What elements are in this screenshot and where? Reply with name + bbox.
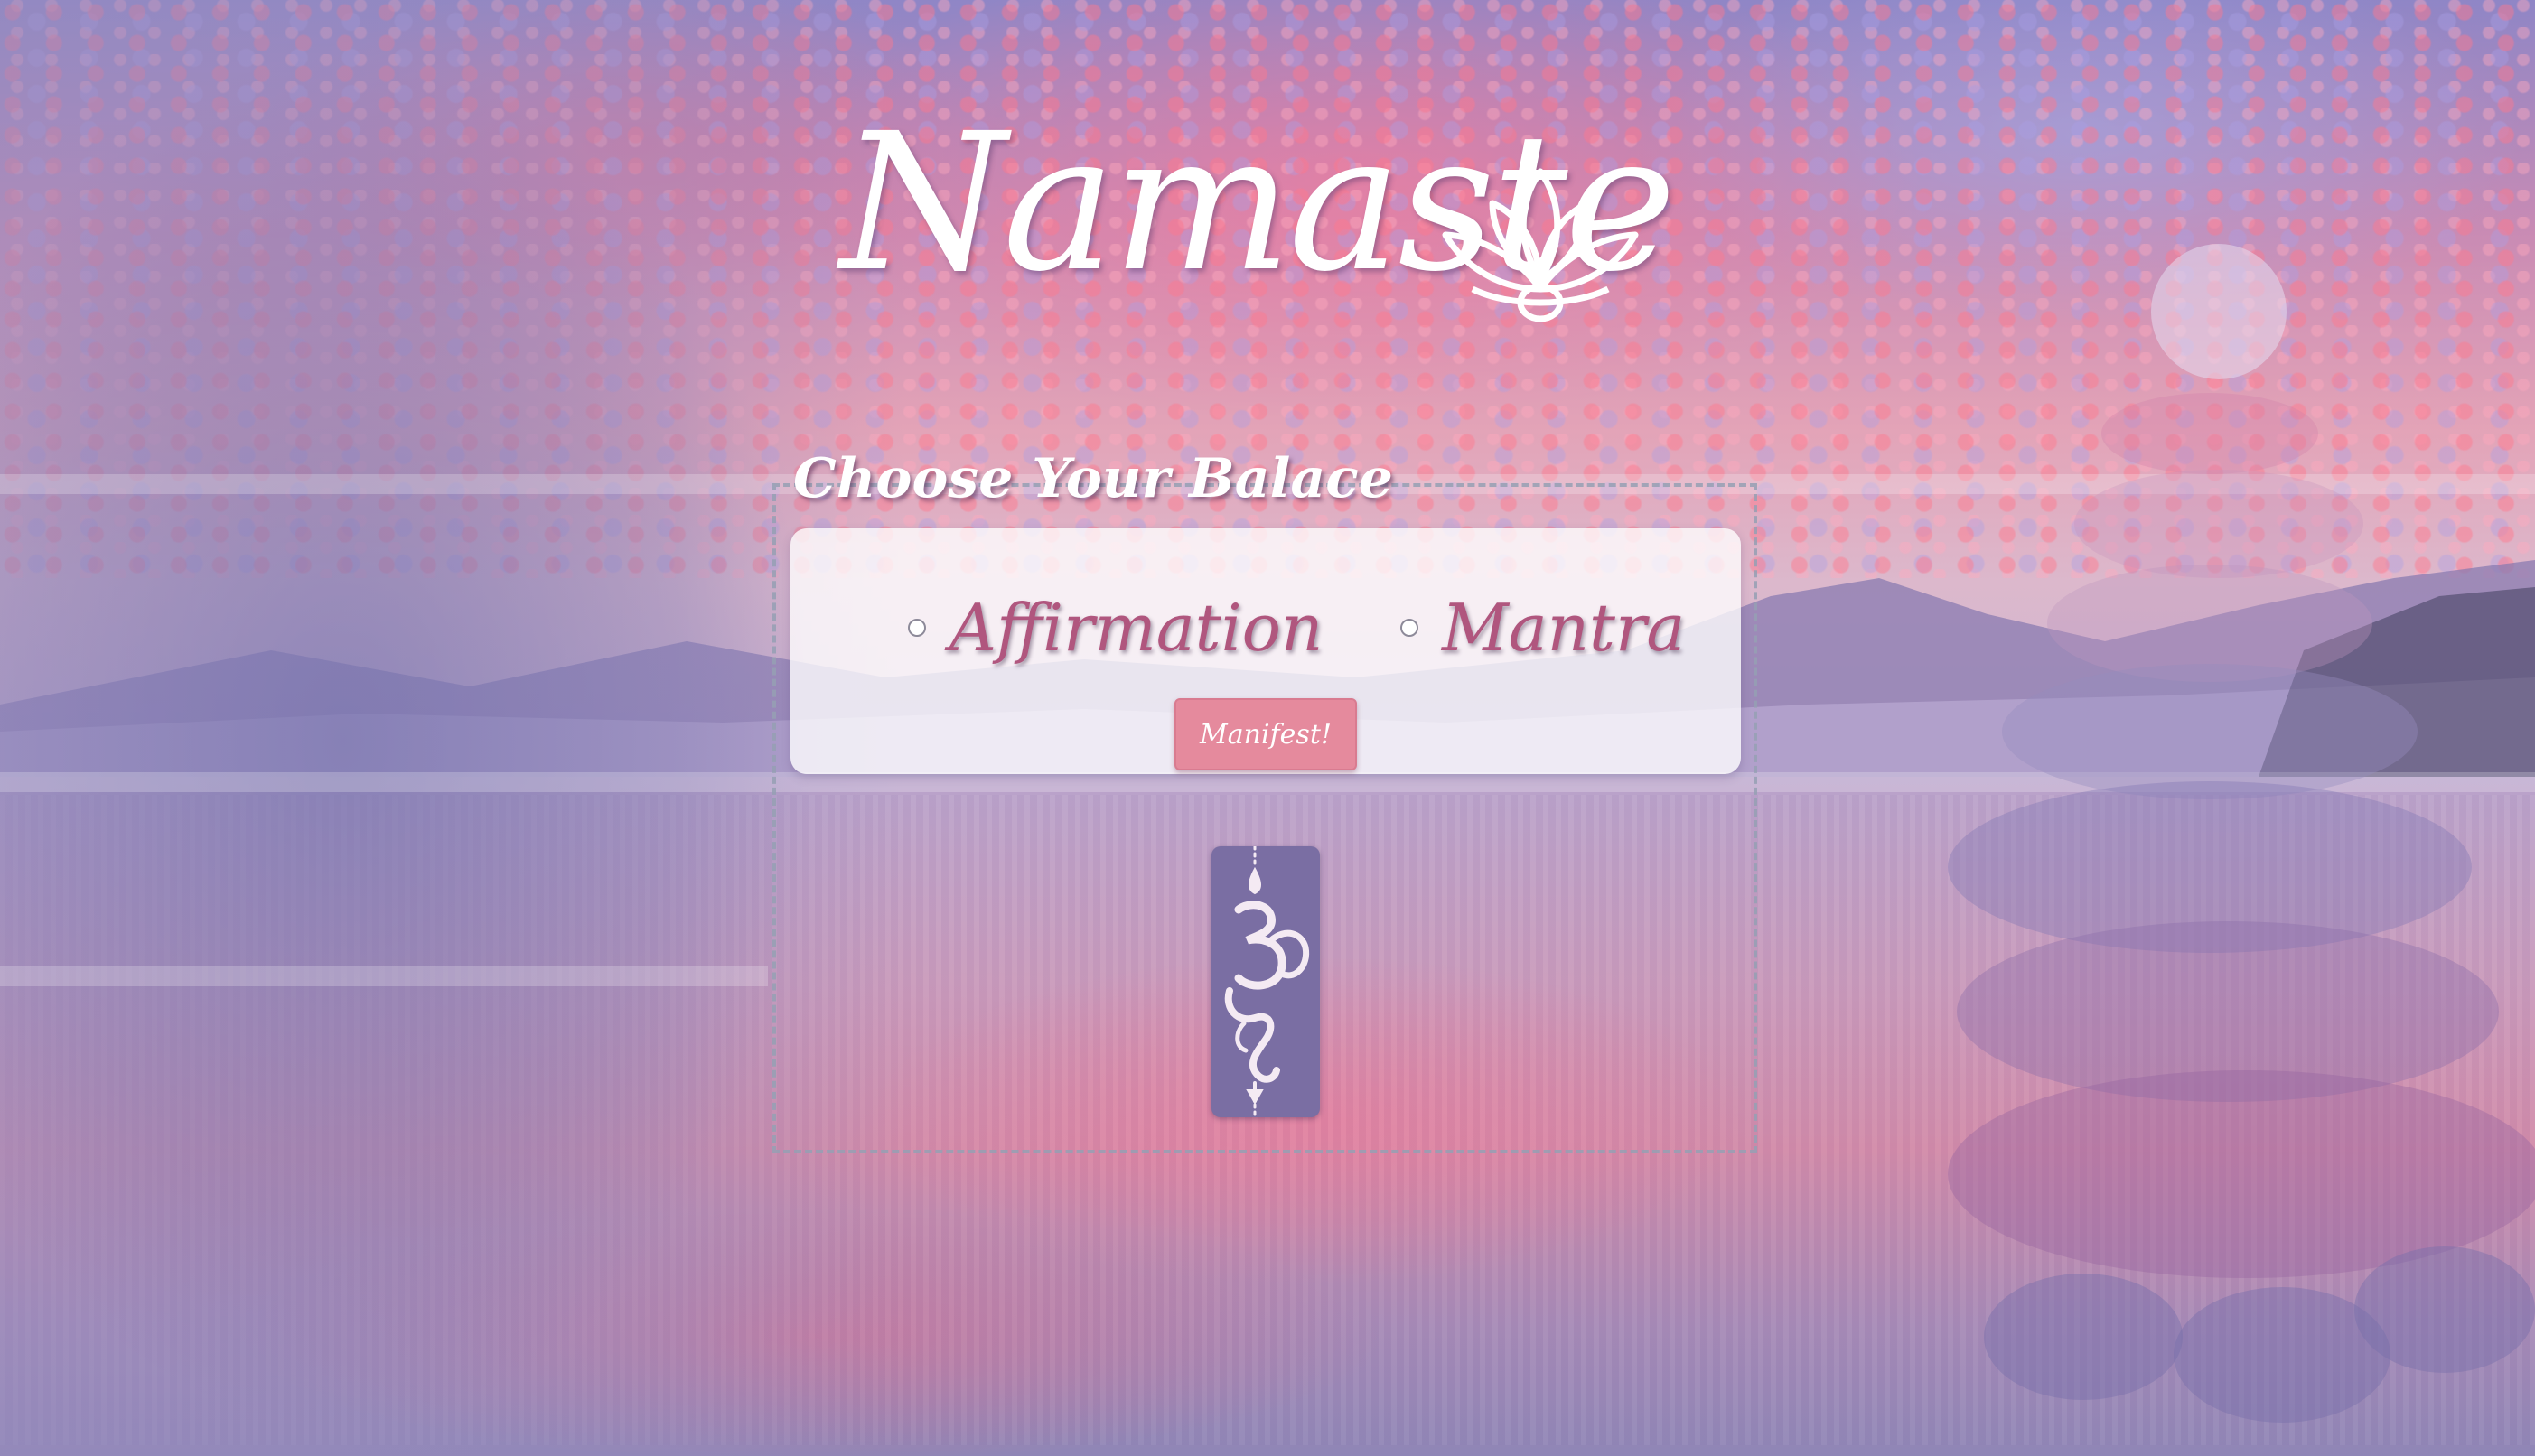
lotus-icon — [1442, 168, 1639, 322]
affirmation-radio[interactable] — [908, 619, 926, 637]
buddha-face-overlay — [0, 0, 903, 1456]
mantra-label: Mantra — [1442, 590, 1686, 666]
manifest-button[interactable]: Manifest! — [1174, 698, 1357, 770]
overlay-band — [0, 966, 768, 986]
choice-card: Affirmation Mantra Manifest! — [790, 528, 1741, 774]
form-heading: Choose Your Balace — [793, 447, 1393, 510]
affirmation-label: Affirmation — [949, 590, 1324, 666]
om-icon — [1224, 846, 1310, 1117]
option-mantra[interactable]: Mantra — [1400, 583, 1685, 673]
brand-header: Namaste — [840, 108, 1677, 343]
option-affirmation[interactable]: Affirmation — [908, 583, 1323, 673]
om-card — [1211, 846, 1320, 1117]
stacked-stones-image — [1948, 244, 2535, 1423]
mantra-radio[interactable] — [1400, 619, 1418, 637]
page: Namaste Choose Your Balace Affirmation M… — [0, 0, 2535, 1456]
